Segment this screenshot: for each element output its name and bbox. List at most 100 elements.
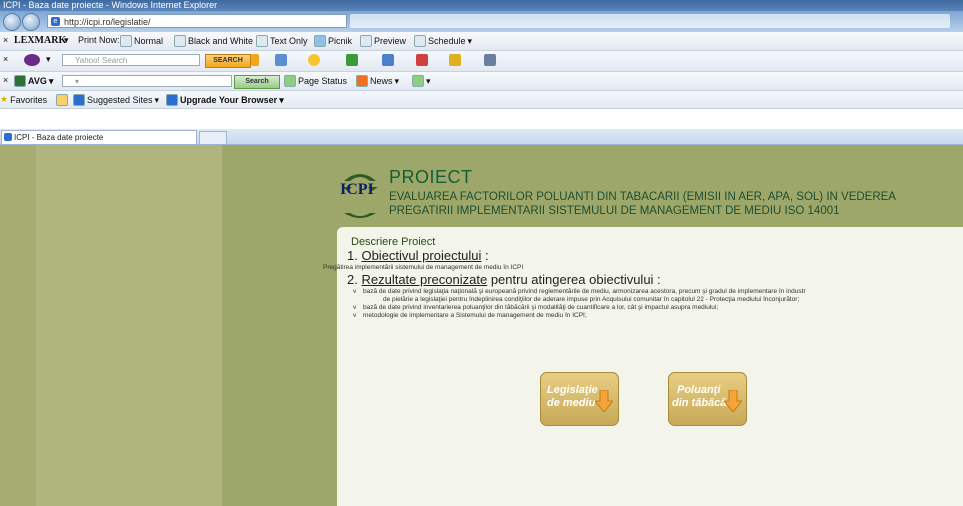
lexmark-toolbar: × LEXMARK ▾ Print Now: Normal Black and … — [0, 32, 963, 51]
suggested-sites-button[interactable]: Suggested Sites ▾ — [73, 94, 159, 106]
schedule-button[interactable]: Schedule ▾ — [414, 35, 472, 47]
chevron-down-icon[interactable]: ▾ — [46, 54, 51, 65]
objective-text: Pregătirea implementării sistemului de m… — [323, 264, 524, 271]
window-title: ICPI - Baza date proiecte - Windows Inte… — [3, 0, 218, 10]
favorites-bar: ★ Favorites Suggested Sites ▾ Upgrade You… — [0, 91, 963, 109]
bullet-text: bază de date privind inventarierea polua… — [363, 304, 719, 311]
ie-page-icon: e — [51, 17, 60, 26]
chevron-down-icon[interactable]: ▾ — [64, 35, 69, 46]
news-button[interactable]: News ▾ — [356, 75, 399, 87]
bullet-text: metodologie de implementare a Sistemului… — [363, 312, 587, 319]
address-bar-extension — [350, 14, 950, 28]
yahoo-logo-icon[interactable] — [24, 54, 40, 66]
avg-logo[interactable]: AVG ▾ — [14, 75, 53, 87]
bullet-mark: v — [353, 288, 357, 295]
tab-icpi[interactable]: ICPI - Baza date proiecte — [1, 130, 197, 144]
mail-icon[interactable] — [275, 54, 287, 66]
preview-button[interactable]: Preview — [360, 35, 406, 47]
bw-icon — [174, 35, 186, 47]
logo-text: ICPI — [340, 181, 374, 198]
normal-button[interactable]: Normal — [120, 35, 163, 47]
games-icon[interactable] — [416, 54, 428, 66]
forward-button[interactable] — [22, 13, 40, 31]
smiley-icon[interactable] — [308, 54, 320, 66]
bullet-mark: v — [353, 304, 357, 311]
avg-logo-icon — [14, 75, 26, 87]
results-title: Rezultate preconizate — [361, 272, 488, 287]
avg-search-button[interactable]: Search — [234, 75, 280, 89]
window-title-bar: ICPI - Baza date proiecte - Windows Inte… — [0, 0, 963, 11]
toolbar-close-icon[interactable]: × — [3, 54, 8, 64]
avg-toolbar: × AVG ▾ ▾ Search Page Status News ▾ ▾ — [0, 72, 963, 91]
results-heading: 2. Rezultate preconizate pentru atingere… — [347, 272, 661, 287]
text-only-button[interactable]: Text Only — [256, 35, 308, 47]
text-only-icon — [256, 35, 268, 47]
yahoo-search-button[interactable]: SEARCH — [205, 54, 251, 68]
search-options-icon[interactable] — [251, 54, 259, 66]
page-content: ICPI PROIECT EVALUAREA FACTORILOR POLUAN… — [0, 145, 963, 506]
result-bullet-3: v metodologie de implementare a Sistemulu… — [353, 312, 587, 319]
objective-title: Obiectivul proiectului — [361, 248, 482, 263]
legislatie-line2: de mediu — [547, 397, 596, 409]
panel-heading: Descriere Proiect — [351, 236, 436, 248]
bullet-text: bază de date privind legislaţia naţional… — [363, 288, 806, 295]
yahoo-toolbar: × ▾ Yahoo! Search SEARCH — [0, 51, 963, 72]
tab-bar: ICPI - Baza date proiecte — [0, 129, 963, 145]
objective-heading: 1. Obiectivul proiectului : — [347, 248, 489, 263]
legislatie-label: Legislaţie de mediu — [547, 384, 598, 410]
messenger-icon[interactable] — [382, 54, 394, 66]
news-icon[interactable] — [346, 54, 358, 66]
poluanti-button[interactable]: Poluanţi din tăbăcării — [668, 372, 747, 426]
page-status-button[interactable]: Page Status — [284, 75, 347, 87]
legislatie-button[interactable]: Legislaţie de mediu — [540, 372, 619, 426]
add-favorite-icon-shape — [56, 94, 68, 106]
results-suffix: pentru atingerea obiectivului : — [487, 272, 661, 287]
bullet-mark: v — [353, 312, 357, 319]
result-bullet-1: v bază de date privind legislaţia naţiona… — [353, 288, 806, 295]
upgrade-browser-button[interactable]: Upgrade Your Browser ▾ — [166, 94, 284, 106]
result-bullet-2: v bază de date privind inventarierea polu… — [353, 304, 718, 311]
left-stripe — [0, 145, 36, 506]
avg-more-icon — [412, 75, 424, 87]
add-favorite-icon[interactable] — [56, 94, 68, 106]
result-bullet-1-cont: de pielărie a legislaţiei pentru îndepli… — [383, 296, 800, 303]
page-title: PROIECT — [389, 167, 473, 187]
left-column — [36, 145, 222, 506]
favorites-button[interactable]: ★ Favorites — [0, 94, 47, 105]
arrow-down-icon — [724, 390, 742, 412]
subtitle-line-1: EVALUAREA FACTORILOR POLUANTI DIN TABACA… — [389, 191, 896, 203]
schedule-icon — [414, 35, 426, 47]
toolbar-close-icon[interactable]: × — [3, 35, 8, 45]
yahoo-search-input[interactable]: Yahoo! Search — [62, 54, 200, 66]
tab-label: ICPI - Baza date proiecte — [14, 133, 104, 142]
objective-number: 1. — [347, 248, 358, 263]
address-input[interactable]: e http://icpi.ro/legislatie/ — [47, 14, 347, 28]
address-bar-row: e http://icpi.ro/legislatie/ — [0, 11, 963, 32]
share-icon[interactable] — [484, 54, 496, 66]
lexmark-logo[interactable]: LEXMARK — [14, 35, 66, 46]
description-panel: Descriere Proiect 1. Obiectivul proiectu… — [323, 227, 963, 506]
legislatie-line1: Legislaţie — [547, 384, 598, 396]
print-now-label: Print Now: — [78, 35, 120, 45]
avg-search-input[interactable]: ▾ — [62, 75, 232, 87]
ie-icon — [166, 94, 178, 106]
new-tab-button[interactable] — [199, 131, 227, 144]
results-number: 2. — [347, 272, 358, 287]
page-subtitle: EVALUAREA FACTORILOR POLUANTI DIN TABACA… — [389, 190, 963, 218]
black-and-white-button[interactable]: Black and White — [174, 35, 253, 47]
ie-tab-icon — [4, 133, 12, 141]
page-header: ICPI PROIECT EVALUAREA FACTORILOR POLUAN… — [328, 145, 963, 230]
arrow-down-icon — [595, 390, 613, 412]
objective-suffix: : — [481, 248, 489, 263]
rss-icon — [356, 75, 368, 87]
avg-more-button[interactable]: ▾ — [412, 75, 431, 87]
page-status-icon — [284, 75, 296, 87]
address-url: http://icpi.ro/legislatie/ — [64, 17, 151, 27]
toolbar-close-icon[interactable]: × — [3, 75, 8, 85]
subtitle-line-2: PREGATIRII IMPLEMENTARII SISTEMULUI DE M… — [389, 205, 840, 217]
picnik-button[interactable]: Picnik — [314, 35, 352, 47]
back-button[interactable] — [3, 13, 21, 31]
star-icon: ★ — [0, 94, 9, 104]
yahoo-search-placeholder: Yahoo! Search — [75, 56, 128, 65]
weather-icon[interactable] — [449, 54, 461, 66]
